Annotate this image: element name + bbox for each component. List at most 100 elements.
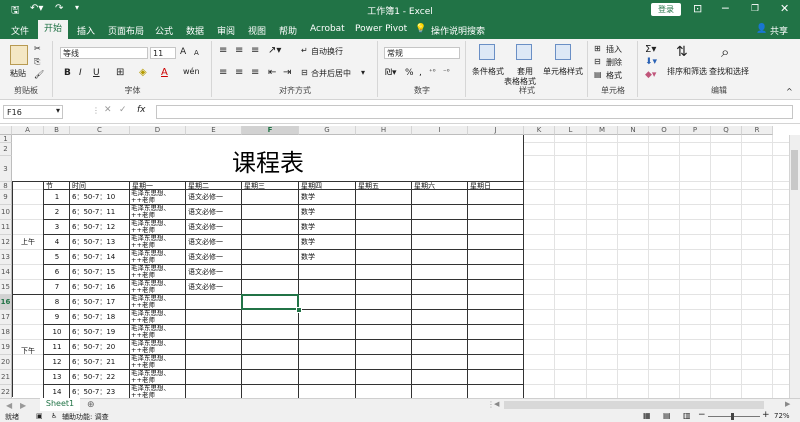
copy-icon[interactable]: ⎘: [34, 57, 40, 67]
clear-icon[interactable]: ◆▾: [645, 70, 656, 80]
minimize-button[interactable]: ─: [722, 2, 729, 15]
zoom-out-button[interactable]: −: [698, 410, 706, 420]
share-icon[interactable]: 👤: [756, 24, 767, 34]
increase-decimal-icon[interactable]: ⁺⁰: [429, 68, 436, 76]
row-header[interactable]: 1: [0, 135, 12, 143]
column-header[interactable]: G: [299, 126, 356, 135]
new-sheet-button[interactable]: ⊕: [87, 400, 95, 410]
selected-cell[interactable]: [241, 294, 299, 310]
row-header[interactable]: 20: [0, 355, 12, 370]
zoom-level[interactable]: 72%: [774, 412, 790, 420]
column-header[interactable]: H: [356, 126, 412, 135]
horizontal-scrollbar[interactable]: [504, 401, 764, 409]
font-size-select[interactable]: 11: [150, 47, 176, 59]
restore-button[interactable]: ❐: [751, 4, 759, 14]
row-header[interactable]: 13: [0, 250, 12, 265]
decrease-indent-icon[interactable]: ⇤: [268, 67, 276, 78]
column-header[interactable]: L: [555, 126, 587, 135]
login-button[interactable]: 登录: [651, 3, 681, 16]
tell-me-search[interactable]: 操作说明搜索: [431, 24, 485, 37]
chevron-down-icon[interactable]: ▾: [361, 68, 365, 77]
sort-filter-button[interactable]: 排序和筛选: [667, 66, 707, 77]
cut-icon[interactable]: ✂: [34, 44, 41, 53]
name-box[interactable]: F16: [3, 105, 63, 119]
borders-icon[interactable]: ⊞: [116, 67, 124, 78]
column-header[interactable]: A: [12, 126, 44, 135]
column-header[interactable]: Q: [711, 126, 742, 135]
increase-indent-icon[interactable]: ⇥: [283, 67, 291, 78]
scroll-prev-sheet-icon[interactable]: ◀: [6, 401, 12, 410]
tab-view[interactable]: 视图: [248, 24, 266, 37]
formula-input[interactable]: [156, 105, 793, 119]
fill-icon[interactable]: ⬇▾: [645, 57, 657, 67]
wrap-text-icon[interactable]: ↵: [301, 46, 308, 55]
zoom-slider[interactable]: [708, 416, 760, 417]
delete-cells-icon[interactable]: ⊟: [594, 57, 601, 66]
align-bottom-icon[interactable]: ≡: [251, 45, 259, 56]
column-header[interactable]: N: [618, 126, 649, 135]
column-header[interactable]: J: [468, 126, 524, 135]
conditional-formatting-button[interactable]: 条件格式: [472, 66, 504, 77]
merge-center-button[interactable]: 合并后居中: [311, 68, 351, 79]
row-header[interactable]: 18: [0, 325, 12, 340]
column-header[interactable]: B: [44, 126, 70, 135]
row-header[interactable]: 11: [0, 220, 12, 235]
column-header[interactable]: C: [70, 126, 130, 135]
row-header[interactable]: 21: [0, 370, 12, 385]
hscroll-right-icon[interactable]: ▶: [785, 400, 790, 408]
vertical-scrollbar-thumb[interactable]: [791, 150, 798, 190]
accounting-format-icon[interactable]: ₪▾: [385, 68, 397, 78]
page-layout-view-icon[interactable]: ▤: [663, 411, 671, 420]
normal-view-icon[interactable]: ▦: [643, 411, 651, 420]
font-name-select[interactable]: 等线: [60, 47, 148, 59]
macro-record-icon[interactable]: ▣: [36, 412, 43, 420]
zoom-in-button[interactable]: +: [762, 410, 770, 420]
row-header[interactable]: 22: [0, 385, 12, 398]
paste-icon[interactable]: [10, 45, 28, 65]
paste-button[interactable]: 粘贴: [10, 68, 26, 79]
conditional-formatting-icon[interactable]: [479, 44, 495, 60]
worksheet-grid[interactable]: A B C D E F G H I J K L M N O P Q R 1 2 3 8 9 10 11 12 13 14 15 16 17 1…: [0, 126, 800, 398]
column-header[interactable]: K: [524, 126, 555, 135]
comma-style-icon[interactable]: ,: [419, 68, 422, 78]
share-button[interactable]: 共享: [770, 24, 788, 37]
column-header[interactable]: I: [412, 126, 468, 135]
column-header[interactable]: E: [186, 126, 242, 135]
zoom-slider-thumb[interactable]: [731, 413, 734, 420]
collapse-ribbon-icon[interactable]: ^: [786, 87, 793, 96]
insert-function-button[interactable]: fx: [137, 105, 146, 115]
find-select-button[interactable]: 查找和选择: [709, 66, 749, 77]
align-left-icon[interactable]: ≡: [219, 67, 227, 78]
italic-button[interactable]: I: [79, 68, 82, 78]
decrease-decimal-icon[interactable]: ⁻⁰: [443, 68, 450, 76]
orientation-icon[interactable]: ↗▾: [268, 45, 281, 56]
align-top-icon[interactable]: ≡: [219, 45, 227, 56]
wrap-text-button[interactable]: 自动换行: [311, 46, 343, 57]
cell-styles-icon[interactable]: [555, 44, 571, 60]
tab-home[interactable]: 开始: [38, 20, 69, 39]
insert-cells-button[interactable]: 插入: [606, 44, 622, 55]
column-header[interactable]: F: [242, 126, 299, 135]
column-header[interactable]: O: [649, 126, 680, 135]
column-header[interactable]: M: [587, 126, 618, 135]
align-right-icon[interactable]: ≡: [251, 67, 259, 78]
number-format-select[interactable]: 常规: [384, 47, 460, 59]
fill-handle[interactable]: [296, 307, 302, 313]
fill-color-icon[interactable]: ◈: [139, 67, 147, 78]
tab-help[interactable]: 帮助: [279, 24, 297, 37]
merge-icon[interactable]: ⊟: [301, 68, 308, 77]
row-header[interactable]: 8: [0, 182, 12, 190]
accessibility-status[interactable]: 辅助功能: 调查: [62, 412, 109, 422]
insert-cells-icon[interactable]: ⊞: [594, 44, 601, 53]
align-middle-icon[interactable]: ≡: [235, 45, 243, 56]
underline-button[interactable]: U: [93, 68, 100, 78]
row-header[interactable]: 2: [0, 143, 12, 156]
column-header[interactable]: D: [130, 126, 186, 135]
tab-power-pivot[interactable]: Power Pivot: [355, 24, 407, 34]
font-color-icon[interactable]: A: [161, 67, 168, 78]
column-header[interactable]: P: [680, 126, 711, 135]
tab-insert[interactable]: 插入: [77, 24, 95, 37]
tab-acrobat[interactable]: Acrobat: [310, 24, 345, 34]
row-header[interactable]: 19: [0, 340, 12, 355]
cancel-icon[interactable]: ✕: [104, 105, 112, 115]
